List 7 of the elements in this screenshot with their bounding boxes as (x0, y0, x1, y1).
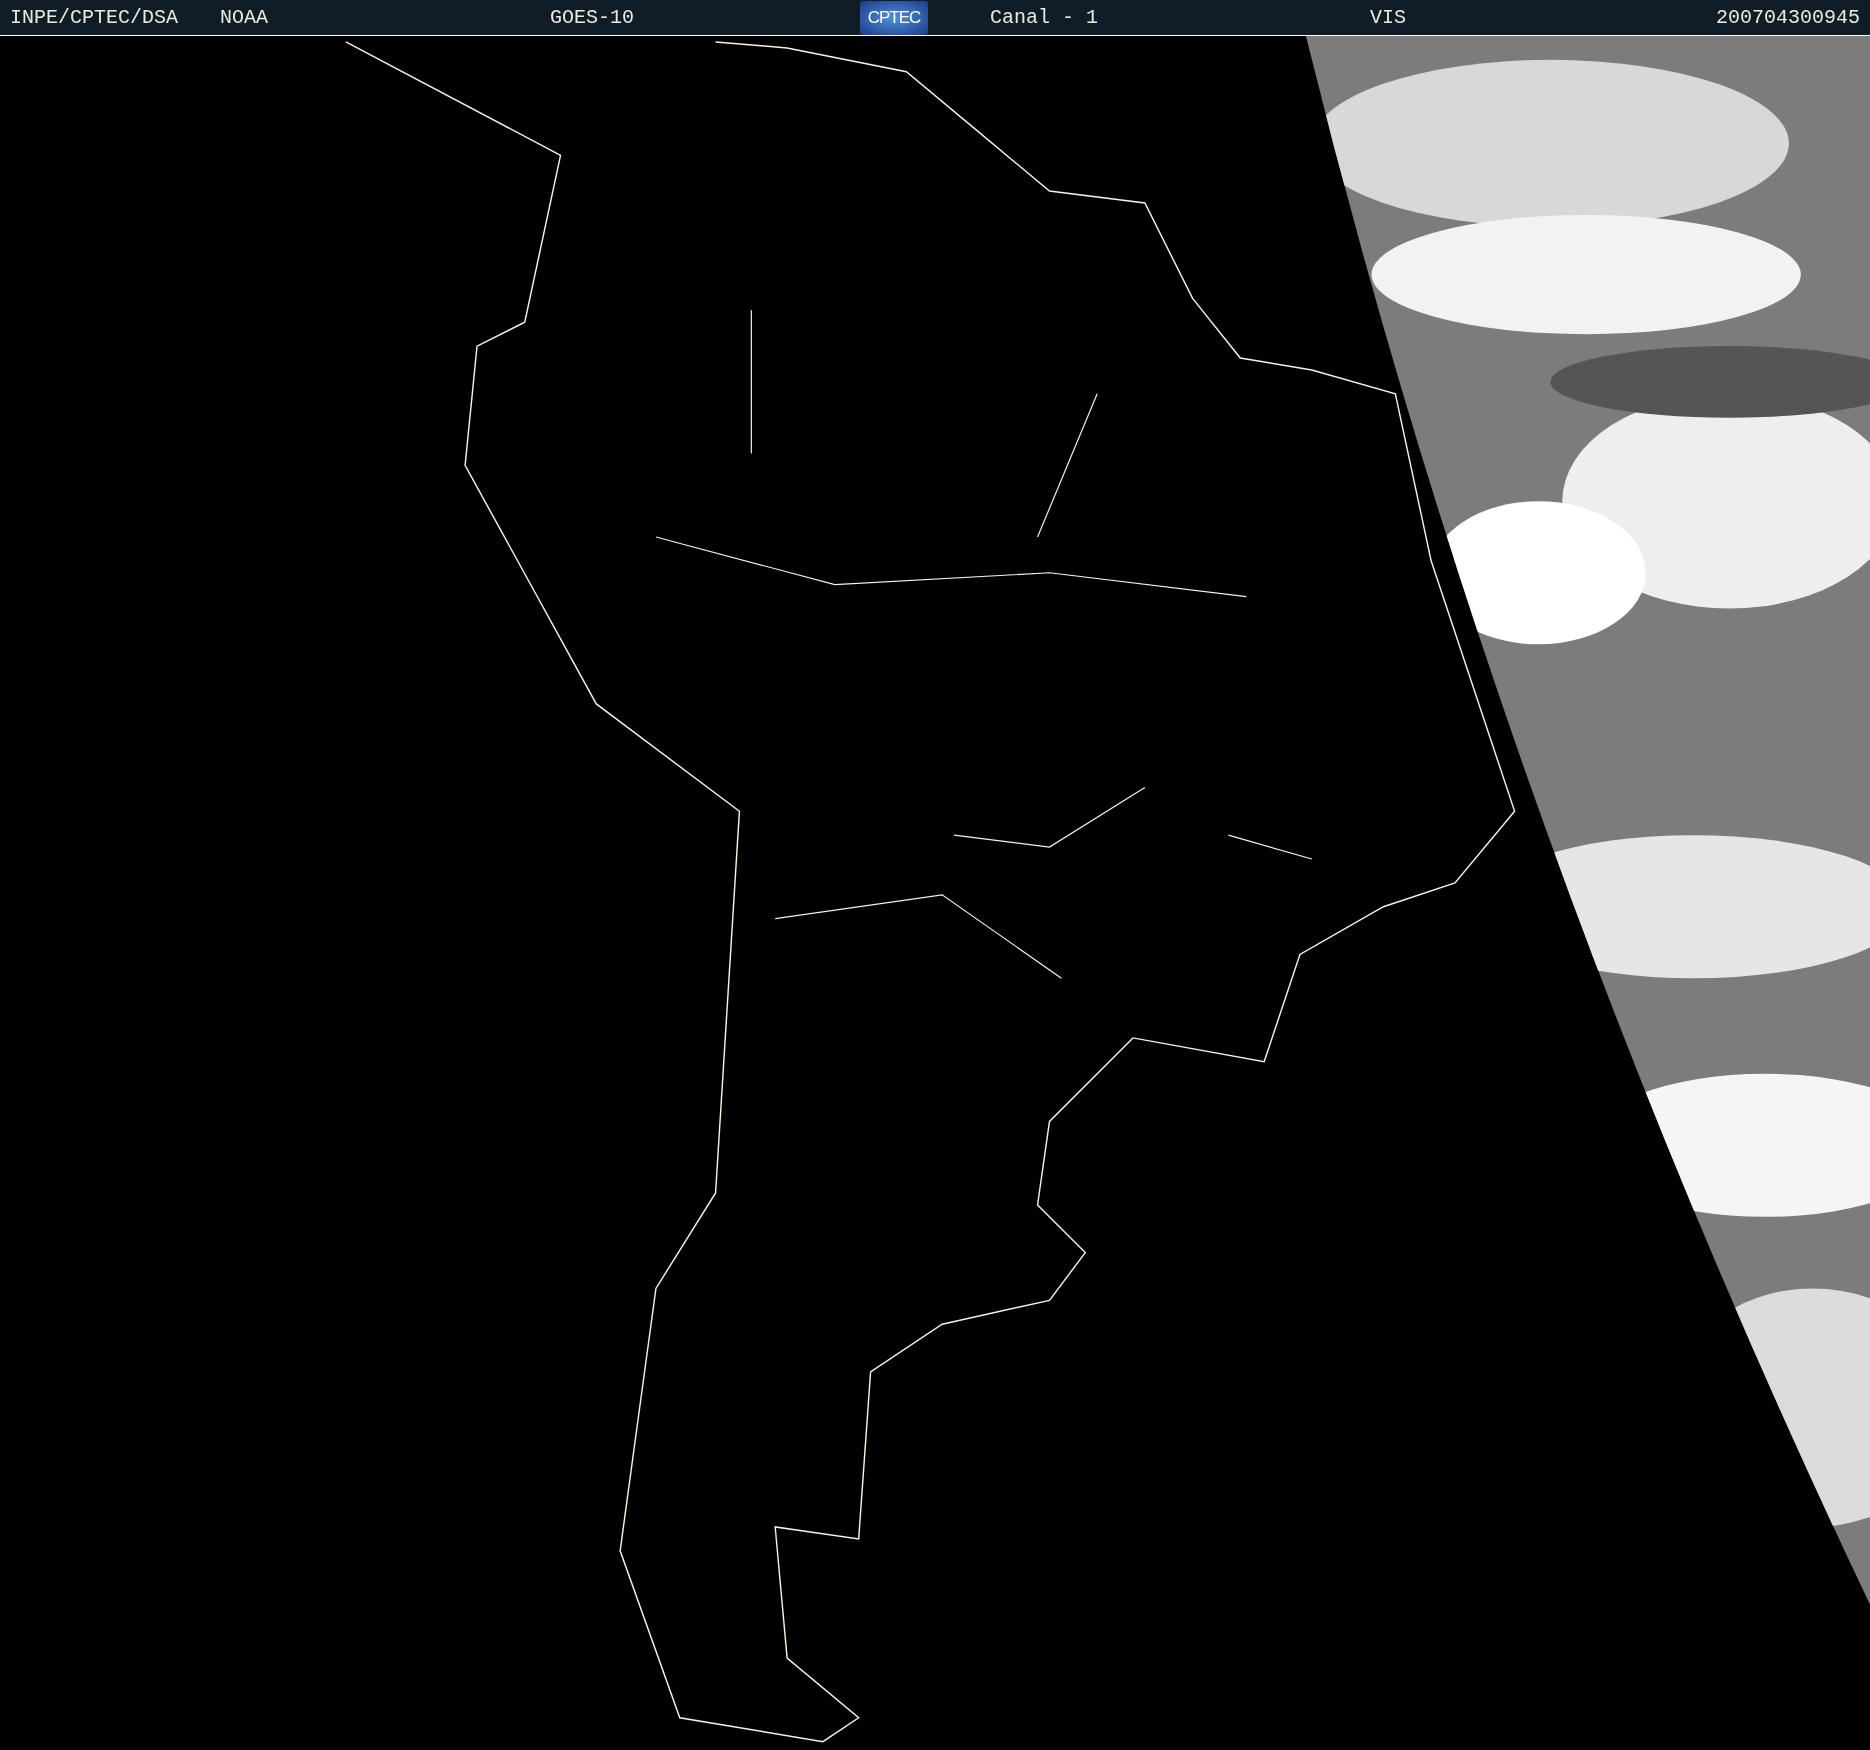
logo: CPTEC (860, 0, 928, 35)
header-label: NOAA (220, 6, 269, 29)
header-label: INPE/CPTEC/DSA (10, 6, 180, 29)
header-label: VIS (1370, 6, 1407, 29)
header-label: Canal - 1 (990, 6, 1100, 29)
header-label: GOES-10 (550, 6, 635, 29)
header-label: 200704300945 (1715, 6, 1860, 29)
